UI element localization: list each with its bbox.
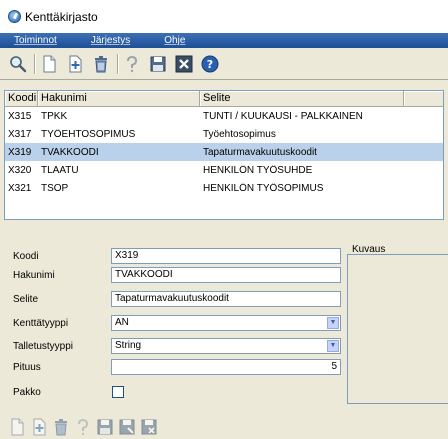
selite-label: Selite xyxy=(13,293,39,305)
kenttatyyppi-select[interactable]: AN ▼ xyxy=(111,315,341,331)
chevron-down-icon[interactable]: ▼ xyxy=(327,340,339,352)
grid-header: Koodi Hakunimi Selite xyxy=(5,91,443,107)
talletustyyppi-label: Talletustyyppi xyxy=(13,340,74,352)
add-document-icon[interactable] xyxy=(30,418,48,436)
search-icon[interactable] xyxy=(8,54,28,74)
pituus-field[interactable]: 5 xyxy=(111,359,341,375)
talletustyyppi-value: String xyxy=(115,340,142,351)
cell-hakunimi: TSOP xyxy=(41,182,69,194)
menu-bar: Toiminnot Järjestys Ohje xyxy=(0,33,448,48)
menu-jarjestys[interactable]: Järjestys xyxy=(91,35,130,46)
undo-icon[interactable] xyxy=(122,54,142,74)
hakunimi-label: Hakunimi xyxy=(13,269,55,281)
field-library-grid[interactable]: Koodi Hakunimi Selite X315 TPKK TUNTI / … xyxy=(4,90,444,220)
table-row[interactable]: X317 TYÖEHTOSOPIMUS Työehtosopimus xyxy=(5,125,443,143)
cell-koodi: X319 xyxy=(8,146,32,158)
kenttatyyppi-label: Kenttätyyppi xyxy=(13,317,69,329)
cell-selite: TUNTI / KUUKAUSI - PALKKAINEN xyxy=(203,110,363,122)
menu-ohje[interactable]: Ohje xyxy=(164,35,185,46)
bottom-toolbar xyxy=(0,415,448,439)
cell-selite: Työehtosopimus xyxy=(203,128,276,140)
app-icon xyxy=(8,10,21,23)
cell-koodi: X315 xyxy=(8,110,32,122)
talletustyyppi-select[interactable]: String ▼ xyxy=(111,338,341,354)
cell-selite: HENKILÖN TYÖSUHDE xyxy=(203,164,313,176)
svg-text:?: ? xyxy=(207,58,213,71)
pakko-label: Pakko xyxy=(13,386,41,398)
table-row[interactable]: X315 TPKK TUNTI / KUUKAUSI - PALKKAINEN xyxy=(5,107,443,125)
undo-icon[interactable] xyxy=(74,418,92,436)
cell-koodi: X320 xyxy=(8,164,32,176)
pituus-label: Pituus xyxy=(13,361,41,373)
cell-koodi: X317 xyxy=(8,128,32,140)
column-header-extra[interactable] xyxy=(404,91,443,106)
selite-field[interactable]: Tapaturmavakuutuskoodit xyxy=(111,291,341,307)
delete-icon[interactable] xyxy=(52,418,70,436)
chevron-down-icon[interactable]: ▼ xyxy=(327,317,339,329)
add-document-icon[interactable] xyxy=(65,54,85,74)
cell-hakunimi: TYÖEHTOSOPIMUS xyxy=(41,128,136,140)
menu-toiminnot[interactable]: Toiminnot xyxy=(14,35,57,46)
delete-icon[interactable] xyxy=(91,54,111,74)
toolbar-separator xyxy=(34,53,35,74)
koodi-field[interactable]: X319 xyxy=(111,248,341,264)
save-icon[interactable] xyxy=(148,54,168,74)
help-icon[interactable]: ? xyxy=(200,54,220,74)
cell-selite: Tapaturmavakuutuskoodit xyxy=(203,146,317,158)
toolbar-separator xyxy=(117,53,118,74)
kuvaus-textarea[interactable] xyxy=(347,254,448,404)
cell-hakunimi: TVAKKOODI xyxy=(41,146,99,158)
new-document-icon[interactable] xyxy=(39,54,59,74)
hakunimi-field[interactable]: TVAKKOODI xyxy=(111,267,341,283)
cell-hakunimi: TPKK xyxy=(41,110,68,122)
pakko-checkbox[interactable] xyxy=(112,386,124,398)
close-icon[interactable] xyxy=(174,54,194,74)
table-row[interactable]: X321 TSOP HENKILÖN TYÖSOPIMUS xyxy=(5,179,443,197)
title-bar: Kenttäkirjasto xyxy=(0,0,448,33)
cell-selite: HENKILÖN TYÖSOPIMUS xyxy=(203,182,324,194)
toolbar: ? xyxy=(0,48,448,80)
cell-koodi: X321 xyxy=(8,182,32,194)
table-row[interactable]: X320 TLAATU HENKILÖN TYÖSUHDE xyxy=(5,161,443,179)
save-icon[interactable] xyxy=(96,418,114,436)
cell-hakunimi: TLAATU xyxy=(41,164,79,176)
new-document-icon[interactable] xyxy=(8,418,26,436)
column-header-hakunimi[interactable]: Hakunimi xyxy=(38,91,200,106)
save-as-icon[interactable] xyxy=(118,418,136,436)
table-row-selected[interactable]: X319 TVAKKOODI Tapaturmavakuutuskoodit xyxy=(5,143,443,161)
kenttatyyppi-value: AN xyxy=(115,317,129,328)
column-header-selite[interactable]: Selite xyxy=(200,91,404,106)
koodi-label: Koodi xyxy=(13,250,39,262)
column-header-koodi[interactable]: Koodi xyxy=(5,91,38,106)
window-title: Kenttäkirjasto xyxy=(25,9,98,24)
save-close-icon[interactable] xyxy=(140,418,158,436)
